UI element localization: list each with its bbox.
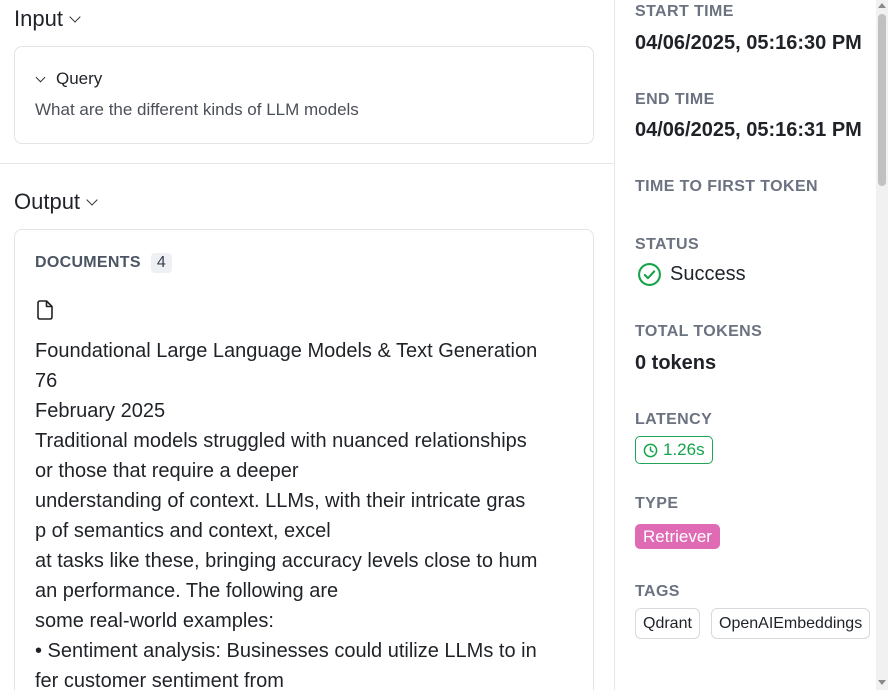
input-card: Query What are the different kinds of LL…	[14, 46, 594, 144]
start-time-value: 04/06/2025, 05:16:30 PM	[635, 32, 862, 54]
document-line: February 2025	[35, 400, 166, 422]
status-indicator: Success	[637, 262, 746, 287]
total-tokens-label: TOTAL TOKENS	[635, 323, 763, 340]
output-heading: Output	[14, 189, 81, 214]
section-divider	[0, 163, 614, 164]
tags-label: TAGS	[635, 583, 680, 600]
output-section-toggle[interactable]: Output	[14, 189, 98, 215]
document-line: p of semantics and context, excel	[35, 520, 331, 542]
scroll-down-arrow-icon[interactable]	[878, 680, 886, 685]
end-time-label: END TIME	[635, 91, 715, 108]
status-label: STATUS	[635, 236, 700, 253]
document-line: • Sentiment analysis: Businesses could u…	[35, 640, 537, 662]
total-tokens-value: 0 tokens	[635, 352, 717, 374]
query-label: Query	[56, 69, 103, 88]
type-badge: Retriever	[635, 524, 720, 549]
clock-icon	[643, 443, 658, 457]
scroll-thumb[interactable]	[878, 14, 886, 186]
start-time-label: START TIME	[635, 3, 734, 20]
documents-label: DOCUMENTS	[35, 254, 141, 271]
document-line: some real-world examples:	[35, 610, 274, 632]
latency-label: LATENCY	[635, 411, 713, 428]
chevron-down-icon	[86, 193, 98, 206]
document-content: Foundational Large Language Models & Tex…	[35, 336, 585, 690]
query-text: What are the different kinds of LLM mode…	[35, 100, 359, 119]
ttft-label: TIME TO FIRST TOKEN	[635, 178, 819, 195]
vertical-scrollbar[interactable]	[876, 0, 888, 690]
check-circle-icon	[638, 263, 661, 286]
tag-chip[interactable]: OpenAIEmbeddings	[711, 608, 871, 639]
query-toggle[interactable]: Query	[35, 69, 103, 89]
chevron-down-icon	[69, 10, 81, 23]
file-icon	[37, 300, 53, 320]
tag-chip[interactable]: Qdrant	[635, 608, 700, 639]
document-line: an performance. The following are	[35, 580, 339, 602]
document-line: Foundational Large Language Models & Tex…	[35, 340, 538, 362]
document-line: or those that require a deeper	[35, 460, 299, 482]
trace-details-panel: START TIME 04/06/2025, 05:16:30 PM END T…	[614, 0, 877, 690]
latency-badge: 1.26s	[635, 436, 713, 464]
document-line: Traditional models struggled with nuance…	[35, 430, 527, 452]
documents-count-badge: 4	[150, 253, 173, 273]
output-card: DOCUMENTS 4 Foundational Large Language …	[14, 229, 594, 690]
document-line: at tasks like these, bringing accuracy l…	[35, 550, 538, 572]
status-value: Success	[670, 263, 746, 285]
chevron-down-icon	[35, 72, 46, 82]
scroll-up-arrow-icon[interactable]	[878, 3, 886, 8]
documents-header: DOCUMENTS 4	[35, 253, 173, 273]
end-time-value: 04/06/2025, 05:16:31 PM	[635, 119, 862, 141]
type-label: TYPE	[635, 495, 679, 512]
document-line: fer customer sentiment from	[35, 670, 284, 690]
input-section-toggle[interactable]: Input	[14, 6, 81, 32]
trace-io-panel: Input Query What are the different kinds…	[0, 0, 614, 690]
document-line: understanding of context. LLMs, with the…	[35, 490, 526, 512]
input-heading: Input	[14, 6, 63, 31]
latency-value: 1.26s	[663, 440, 705, 459]
document-line: 76	[35, 370, 58, 392]
